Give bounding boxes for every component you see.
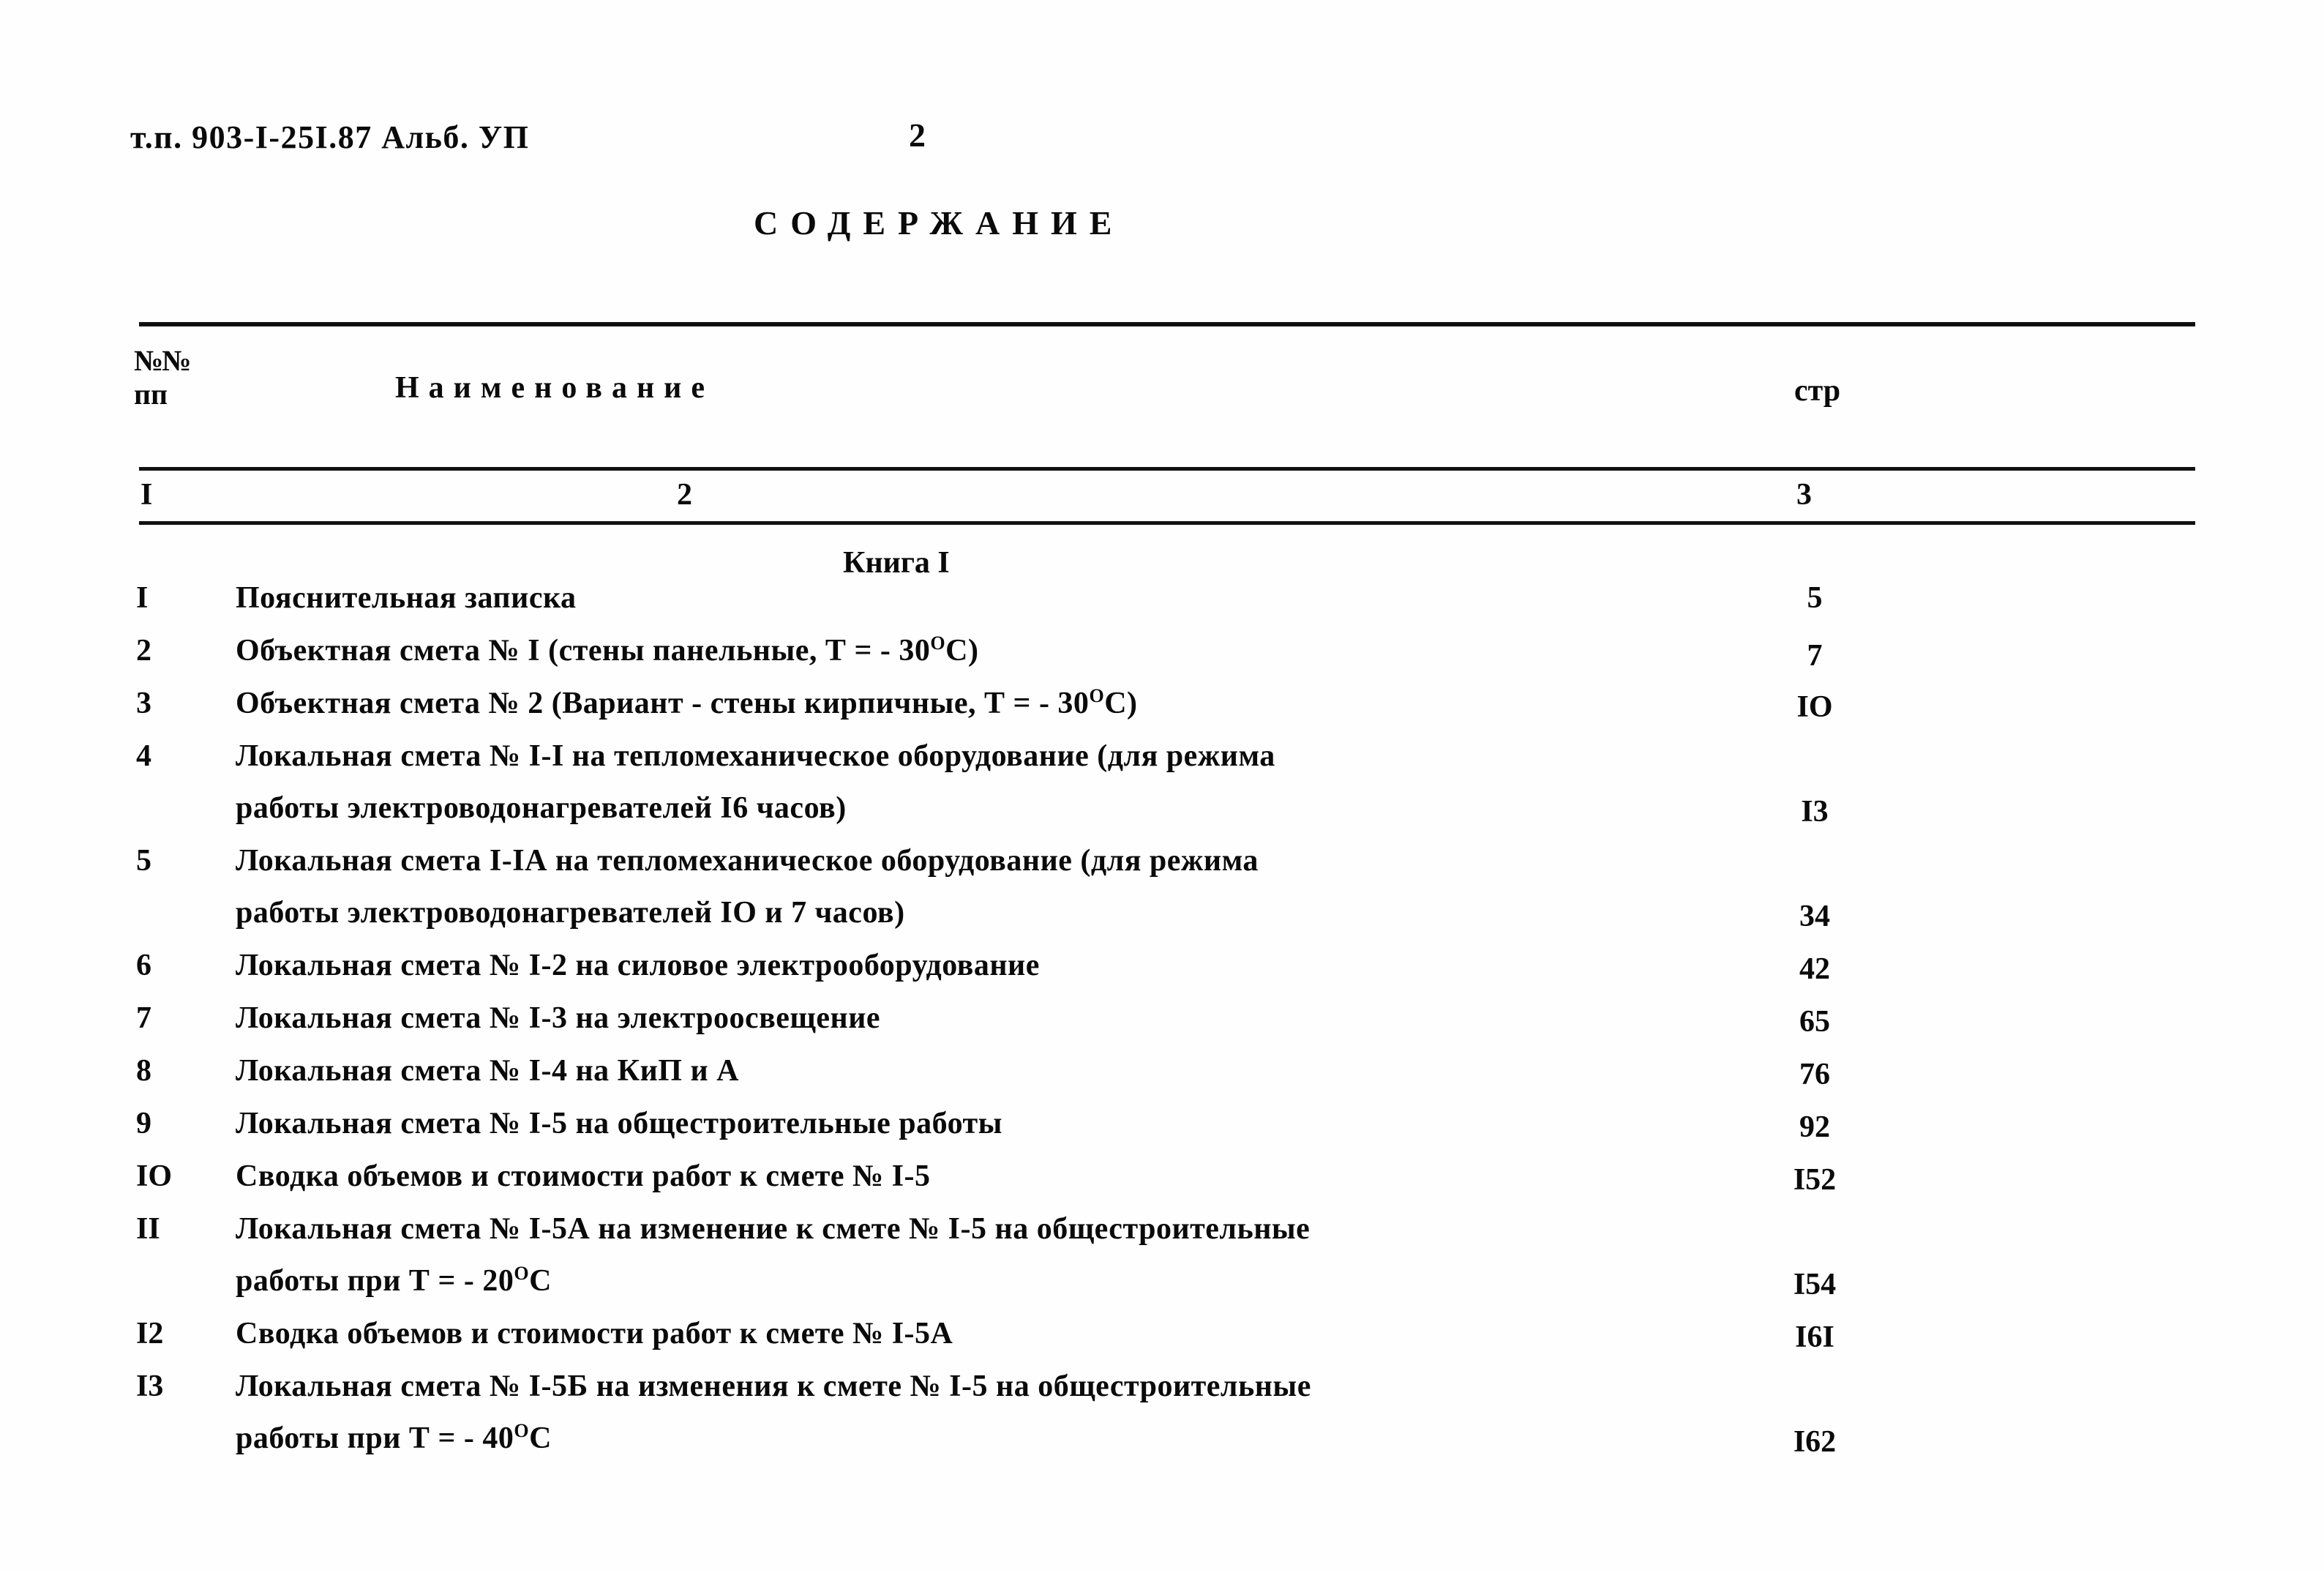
row-page-number: 76 — [1799, 1058, 1830, 1091]
row-page-number: I6I — [1795, 1320, 1834, 1354]
row-title: Объектная смета № I (стены панельные, Т … — [236, 632, 979, 668]
row-title: Пояснительная записка — [236, 581, 577, 615]
table-rule-bottom — [139, 521, 2195, 525]
row-number: I3 — [136, 1370, 164, 1403]
row-page-number: I52 — [1793, 1163, 1837, 1197]
row-title-continuation: работы электроводонагревателей I6 часов) — [236, 791, 847, 825]
row-title: Локальная смета № I-2 на силовое электро… — [236, 949, 1040, 982]
row-number: I2 — [136, 1317, 164, 1350]
row-title-continuation: работы при Т = - 20OС — [236, 1263, 552, 1298]
row-title: Локальная смета № I-I на тепломеханическ… — [236, 739, 1275, 773]
row-title: Локальная смета № I-3 на электроосвещени… — [236, 1001, 881, 1035]
row-page-number: 92 — [1799, 1110, 1830, 1144]
row-number: II — [136, 1212, 160, 1246]
table-rule-middle — [139, 467, 2195, 471]
column-index-2: 2 — [677, 478, 692, 512]
row-page-number: 42 — [1799, 952, 1830, 986]
book-section-heading: Книга I — [843, 546, 950, 580]
row-title: Сводка объемов и стоимости работ к смете… — [236, 1159, 931, 1193]
row-title: Объектная смета № 2 (Вариант - стены кир… — [236, 685, 1138, 720]
row-number: 9 — [136, 1107, 151, 1140]
row-number: 8 — [136, 1054, 151, 1088]
column-header-number-line1: №№ — [134, 344, 191, 377]
row-page-number: 34 — [1799, 900, 1830, 933]
row-page-number: I62 — [1793, 1425, 1837, 1459]
row-title: Сводка объемов и стоимости работ к смете… — [236, 1317, 953, 1350]
column-index-1: I — [140, 478, 153, 512]
row-number: 6 — [136, 949, 151, 982]
table-rule-top — [139, 322, 2195, 326]
row-page-number: IO — [1796, 690, 1833, 724]
row-page-number: I3 — [1801, 795, 1829, 829]
page-folio-number: 2 — [909, 116, 926, 154]
row-number: 7 — [136, 1001, 151, 1035]
row-title: Локальная смета № I-4 на КиП и А — [236, 1054, 739, 1088]
row-page-number: I54 — [1793, 1268, 1837, 1301]
document-page: т.п. 903-I-25I.87 Альб. УП 2 СОДЕРЖАНИЕ … — [0, 0, 2324, 1573]
row-number: 3 — [136, 687, 151, 720]
row-page-number: 5 — [1807, 581, 1823, 615]
row-title: Локальная смета № I-5Б на изменения к см… — [236, 1370, 1311, 1403]
row-number: I — [136, 581, 149, 615]
document-code-header: т.п. 903-I-25I.87 Альб. УП — [130, 119, 530, 155]
column-index-3: 3 — [1796, 478, 1812, 512]
column-header-name: Наименование — [395, 371, 714, 405]
row-number: 2 — [136, 634, 151, 668]
row-page-number: 7 — [1807, 639, 1823, 673]
row-title: Локальная смета № I-5А на изменение к см… — [236, 1212, 1311, 1246]
row-number: IO — [136, 1159, 173, 1193]
row-page-number: 65 — [1799, 1005, 1830, 1039]
row-title-continuation: работы при Т = - 40OС — [236, 1420, 552, 1455]
column-header-number: №№ пп — [134, 344, 191, 411]
column-header-page: стр — [1794, 374, 1841, 408]
column-header-number-line2: пп — [134, 378, 168, 411]
row-title: Локальная смета № I-5 на общестроительны… — [236, 1107, 1002, 1140]
page-title: СОДЕРЖАНИЕ — [754, 204, 1125, 242]
row-number: 5 — [136, 844, 151, 878]
row-number: 4 — [136, 739, 151, 773]
row-title: Локальная смета I-IА на тепломеханическо… — [236, 844, 1259, 878]
row-title-continuation: работы электроводонагревателей IO и 7 ча… — [236, 896, 905, 930]
